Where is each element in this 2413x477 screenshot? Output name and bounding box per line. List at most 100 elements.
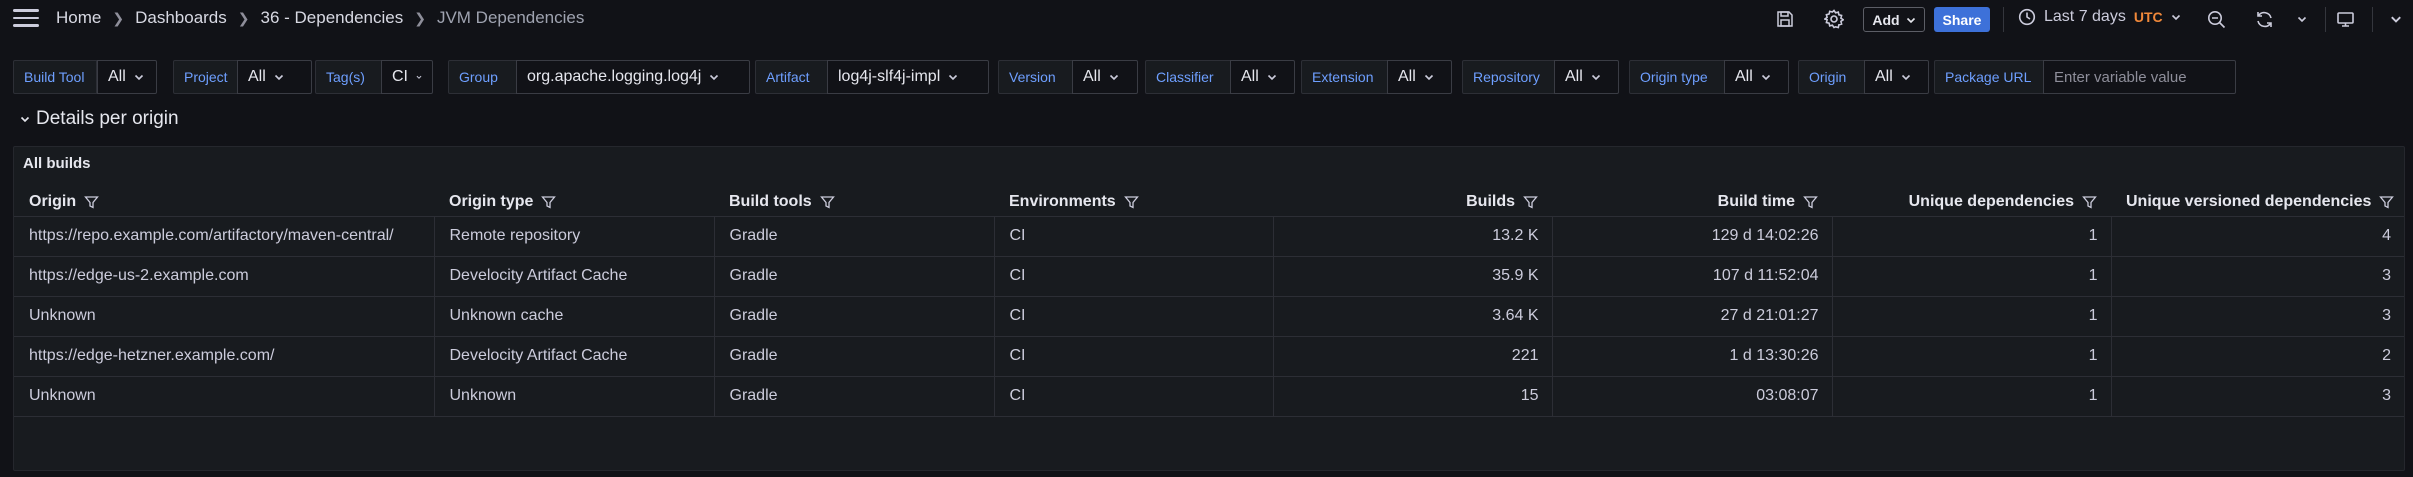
cell-build-tools: Gradle: [714, 216, 995, 257]
column-header-label: Environments: [1009, 193, 1116, 211]
timezone-label: UTC: [2133, 9, 2163, 25]
variable-label-artifact: Artifact: [755, 60, 835, 94]
variable-select-group[interactable]: org.apache.logging.log4j: [516, 60, 750, 94]
package-url-input[interactable]: [2043, 60, 2236, 94]
filter-icon[interactable]: [819, 195, 835, 210]
variable-value: All: [1565, 68, 1583, 85]
row-title: Details per origin: [36, 108, 179, 129]
table-row: https://edge-hetzner.example.com/ Develo…: [14, 336, 2404, 377]
table-row: https://repo.example.com/artifactory/mav…: [14, 216, 2404, 257]
data-table: Origin Origin type Build tools Environme…: [14, 189, 2404, 417]
cell-unique-versioned-dependencies: 2: [2111, 336, 2404, 377]
column-header-environments[interactable]: Environments: [994, 189, 1273, 217]
chevron-down-icon: [1906, 17, 1915, 23]
variable-label-origin: Origin: [1798, 60, 1872, 94]
variable-select-tags[interactable]: CI: [381, 60, 433, 94]
breadcrumb: Home ❯ Dashboards ❯ 36 - Dependencies ❯ …: [56, 8, 584, 28]
cell-build-time: 129 d 14:02:26: [1552, 216, 1833, 257]
variable-value: All: [1875, 68, 1893, 85]
cell-build-tools: Gradle: [714, 296, 995, 337]
variable-select-version[interactable]: All: [1072, 60, 1138, 94]
column-header-unique-dependencies[interactable]: Unique dependencies: [1832, 189, 2111, 217]
share-button[interactable]: Share: [1934, 7, 1990, 32]
cell-unique-dependencies: 1: [1832, 296, 2112, 337]
variable-label-extension: Extension: [1301, 60, 1396, 94]
cell-builds: 13.2 K: [1273, 216, 1553, 257]
chevron-down-icon: [1267, 74, 1276, 81]
collapse-icon[interactable]: [2385, 8, 2407, 30]
variable-select-classifier[interactable]: All: [1230, 60, 1295, 94]
filter-icon[interactable]: [84, 195, 99, 210]
variable-select-artifact[interactable]: log4j-slf4j-impl: [827, 60, 989, 94]
cell-builds: 3.64 K: [1273, 296, 1553, 337]
cell-builds: 35.9 K: [1273, 256, 1553, 297]
variable-value: All: [108, 68, 126, 85]
chevron-down-icon: [949, 74, 958, 81]
variable-label-build-tool: Build Tool: [13, 60, 97, 94]
chevron-right-icon: ❯: [414, 9, 426, 26]
variable-select-repository[interactable]: All: [1554, 60, 1619, 94]
settings-icon[interactable]: [1823, 8, 1845, 30]
cell-origin-type: Unknown: [434, 376, 715, 417]
refresh-interval-chevron-down-icon[interactable]: [2291, 8, 2313, 30]
cell-build-tools: Gradle: [714, 336, 995, 377]
column-header-build-time[interactable]: Build time: [1552, 189, 1832, 217]
filter-icon[interactable]: [1803, 195, 1818, 210]
time-range-label: Last 7 days: [2044, 8, 2126, 25]
column-header-origin[interactable]: Origin: [14, 189, 434, 217]
breadcrumb-folder[interactable]: 36 - Dependencies: [261, 8, 404, 28]
variable-label-package-url: Package URL: [1934, 60, 2044, 94]
cell-environments: CI: [994, 216, 1274, 257]
cell-environments: CI: [994, 296, 1274, 337]
cell-build-time: 03:08:07: [1552, 376, 1833, 417]
cell-environments: CI: [994, 376, 1274, 417]
row-collapse-toggle[interactable]: Details per origin: [20, 108, 179, 130]
page-title: JVM Dependencies: [436, 8, 585, 27]
cell-build-time: 27 d 21:01:27: [1552, 296, 1833, 337]
cell-environments: CI: [994, 256, 1274, 297]
variable-select-origin-type[interactable]: All: [1724, 60, 1789, 94]
add-button[interactable]: Add: [1863, 7, 1925, 32]
column-header-label: Builds: [1466, 193, 1515, 211]
filter-icon[interactable]: [2082, 195, 2097, 210]
time-range-picker[interactable]: Last 7 days UTC: [2018, 8, 2181, 26]
toolbar-divider: [2325, 7, 2326, 32]
cell-unique-dependencies: 1: [1832, 376, 2112, 417]
table-row: https://edge-us-2.example.com Develocity…: [14, 256, 2404, 297]
filter-icon[interactable]: [541, 195, 557, 210]
variable-select-build-tool[interactable]: All: [97, 60, 157, 94]
variable-value: All: [248, 68, 266, 85]
breadcrumb-home[interactable]: Home: [56, 8, 101, 28]
variable-select-origin[interactable]: All: [1864, 60, 1929, 94]
save-icon[interactable]: [1774, 8, 1796, 30]
chevron-down-icon: [1424, 74, 1433, 81]
column-header-label: Build time: [1717, 193, 1795, 211]
variable-select-extension[interactable]: All: [1387, 60, 1452, 94]
cell-environments: CI: [994, 336, 1274, 377]
column-header-label: Unique versioned dependencies: [2126, 193, 2372, 211]
variable-value: All: [1398, 68, 1416, 85]
cell-build-tools: Gradle: [714, 256, 995, 297]
column-header-build-tools[interactable]: Build tools: [714, 189, 994, 217]
variable-value: log4j-slf4j-impl: [838, 68, 941, 85]
chevron-down-icon: [1901, 74, 1910, 81]
refresh-icon[interactable]: [2253, 8, 2275, 30]
variable-label-origin-type: Origin type: [1629, 60, 1729, 94]
variable-value: All: [1735, 68, 1753, 85]
tv-mode-icon[interactable]: [2334, 8, 2356, 30]
cell-unique-dependencies: 1: [1832, 256, 2112, 297]
filter-icon[interactable]: [1523, 195, 1538, 210]
table-row: Unknown Unknown cache Gradle CI 3.64 K 2…: [14, 296, 2404, 337]
column-header-unique-versioned-dependencies[interactable]: Unique versioned dependencies: [2111, 189, 2404, 217]
filter-icon[interactable]: [1123, 195, 1139, 210]
variable-value: All: [1083, 68, 1101, 85]
menu-icon[interactable]: [13, 9, 39, 29]
cell-unique-versioned-dependencies: 4: [2111, 216, 2404, 257]
cell-build-tools: Gradle: [714, 376, 995, 417]
column-header-builds[interactable]: Builds: [1273, 189, 1552, 217]
zoom-out-icon[interactable]: [2205, 8, 2227, 30]
column-header-origin-type[interactable]: Origin type: [434, 189, 714, 217]
breadcrumb-dashboards[interactable]: Dashboards: [135, 8, 227, 28]
variable-select-project[interactable]: All: [237, 60, 312, 94]
filter-icon[interactable]: [2379, 195, 2395, 210]
